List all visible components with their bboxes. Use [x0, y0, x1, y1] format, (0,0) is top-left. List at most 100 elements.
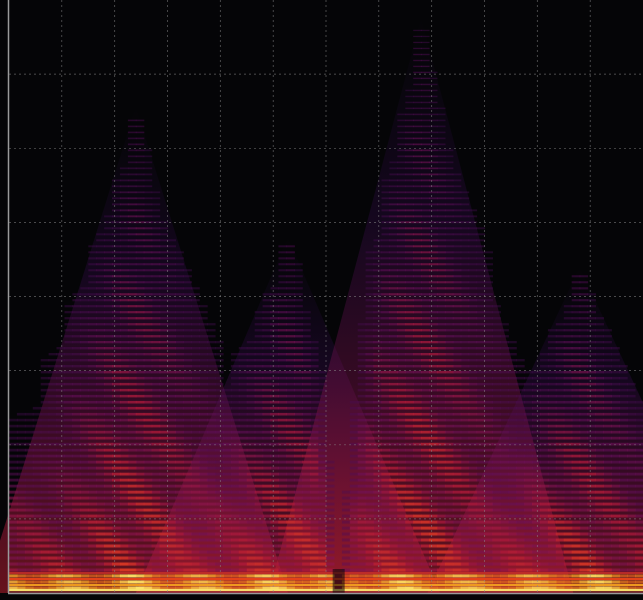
- harmonic-band-segment: [357, 544, 367, 548]
- harmonic-band-segment: [555, 448, 565, 452]
- harmonic-band-segment: [468, 526, 478, 530]
- harmonic-band-segment: [135, 269, 145, 272]
- harmonic-band-segment: [96, 550, 105, 554]
- harmonic-band-segment: [468, 580, 478, 584]
- harmonic-band-segment: [64, 376, 73, 380]
- harmonic-band-segment: [262, 562, 272, 566]
- harmonic-band-segment: [215, 371, 224, 374]
- harmonic-band-segment: [302, 365, 311, 368]
- harmonic-band-segment: [48, 424, 58, 428]
- harmonic-band-segment: [381, 335, 390, 338]
- harmonic-band-segment: [135, 173, 145, 176]
- harmonic-band-segment: [452, 580, 462, 584]
- harmonic-band-segment: [397, 376, 406, 380]
- harmonic-band-segment: [167, 514, 176, 518]
- harmonic-band-segment: [429, 376, 438, 380]
- harmonic-band-segment: [444, 341, 454, 344]
- harmonic-band-segment: [175, 376, 184, 380]
- harmonic-band-segment: [579, 538, 589, 542]
- harmonic-band-segment: [540, 580, 549, 584]
- harmonic-band-segment: [294, 359, 303, 362]
- harmonic-band-segment: [563, 347, 573, 350]
- harmonic-band-segment: [365, 394, 375, 398]
- harmonic-band-segment: [444, 293, 454, 296]
- harmonic-band-segment: [603, 365, 612, 368]
- harmonic-band-segment: [452, 299, 462, 302]
- harmonic-band-segment: [310, 436, 319, 440]
- harmonic-band-segment: [223, 412, 232, 416]
- harmonic-band-segment: [143, 550, 153, 554]
- harmonic-band-segment: [540, 562, 549, 566]
- harmonic-band-segment: [389, 299, 398, 302]
- harmonic-band-segment: [563, 382, 573, 386]
- harmonic-band-segment: [143, 466, 153, 470]
- harmonic-band-segment: [143, 418, 153, 422]
- harmonic-band-segment: [96, 394, 105, 398]
- harmonic-band-segment: [500, 347, 509, 350]
- harmonic-band-segment: [262, 508, 272, 512]
- harmonic-band-segment: [500, 388, 509, 392]
- harmonic-band-segment: [230, 526, 240, 530]
- harmonic-band-segment: [389, 353, 398, 356]
- harmonic-band-segment: [437, 472, 446, 476]
- harmonic-band-segment: [88, 520, 97, 524]
- harmonic-band-segment: [484, 251, 493, 254]
- harmonic-band-segment: [460, 532, 470, 536]
- harmonic-band-segment: [405, 203, 414, 206]
- harmonic-band-segment: [532, 514, 541, 518]
- harmonic-band-segment: [238, 484, 248, 488]
- harmonic-band-segment: [112, 508, 121, 512]
- harmonic-band-segment: [183, 514, 192, 518]
- harmonic-band-segment: [587, 538, 596, 542]
- harmonic-band-segment: [429, 359, 438, 362]
- harmonic-band-segment: [143, 448, 153, 452]
- harmonic-band-segment: [429, 371, 438, 374]
- harmonic-band-segment: [207, 436, 216, 440]
- harmonic-band-segment: [56, 550, 65, 554]
- harmonic-band-segment: [540, 448, 549, 452]
- harmonic-band-segment: [286, 287, 295, 290]
- harmonic-band-segment: [246, 418, 256, 422]
- harmonic-band-segment: [96, 376, 105, 380]
- harmonic-band-segment: [286, 418, 295, 422]
- harmonic-band-segment: [555, 382, 565, 386]
- harmonic-band-segment: [603, 484, 612, 488]
- harmonic-band-segment: [421, 436, 430, 440]
- harmonic-band-segment: [294, 287, 303, 290]
- harmonic-band-segment: [444, 550, 454, 554]
- harmonic-band-segment: [151, 478, 161, 482]
- harmonic-band-segment: [159, 502, 169, 506]
- harmonic-band-segment: [444, 514, 454, 518]
- harmonic-band-segment: [310, 347, 319, 350]
- harmonic-band-segment: [278, 245, 287, 248]
- harmonic-band-segment: [547, 376, 557, 380]
- harmonic-band-segment: [151, 287, 161, 290]
- harmonic-band-segment: [135, 347, 145, 350]
- harmonic-band-segment: [151, 329, 161, 332]
- harmonic-band-segment: [119, 311, 129, 314]
- harmonic-band-segment: [405, 574, 414, 578]
- harmonic-band-segment: [452, 329, 462, 332]
- harmonic-band-segment: [207, 490, 216, 494]
- harmonic-band-segment: [72, 371, 81, 374]
- harmonic-band-segment: [524, 376, 533, 380]
- harmonic-band-segment: [484, 299, 493, 302]
- harmonic-band-segment: [80, 388, 89, 392]
- harmonic-band-segment: [452, 454, 462, 458]
- harmonic-band-segment: [357, 568, 367, 572]
- harmonic-band-segment: [571, 562, 581, 566]
- harmonic-band-segment: [397, 305, 406, 308]
- harmonic-band-segment: [437, 119, 446, 122]
- harmonic-band-segment: [191, 526, 200, 530]
- harmonic-band-segment: [294, 532, 303, 536]
- harmonic-band-segment: [96, 466, 105, 470]
- harmonic-band-segment: [326, 508, 335, 512]
- harmonic-band-segment: [587, 568, 596, 572]
- harmonic-band-segment: [310, 472, 319, 476]
- harmonic-band-segment: [104, 371, 113, 374]
- harmonic-band-segment: [397, 371, 406, 374]
- harmonic-band-segment: [603, 394, 612, 398]
- harmonic-band-segment: [9, 508, 18, 512]
- harmonic-band-segment: [72, 323, 81, 326]
- harmonic-band-segment: [413, 197, 422, 200]
